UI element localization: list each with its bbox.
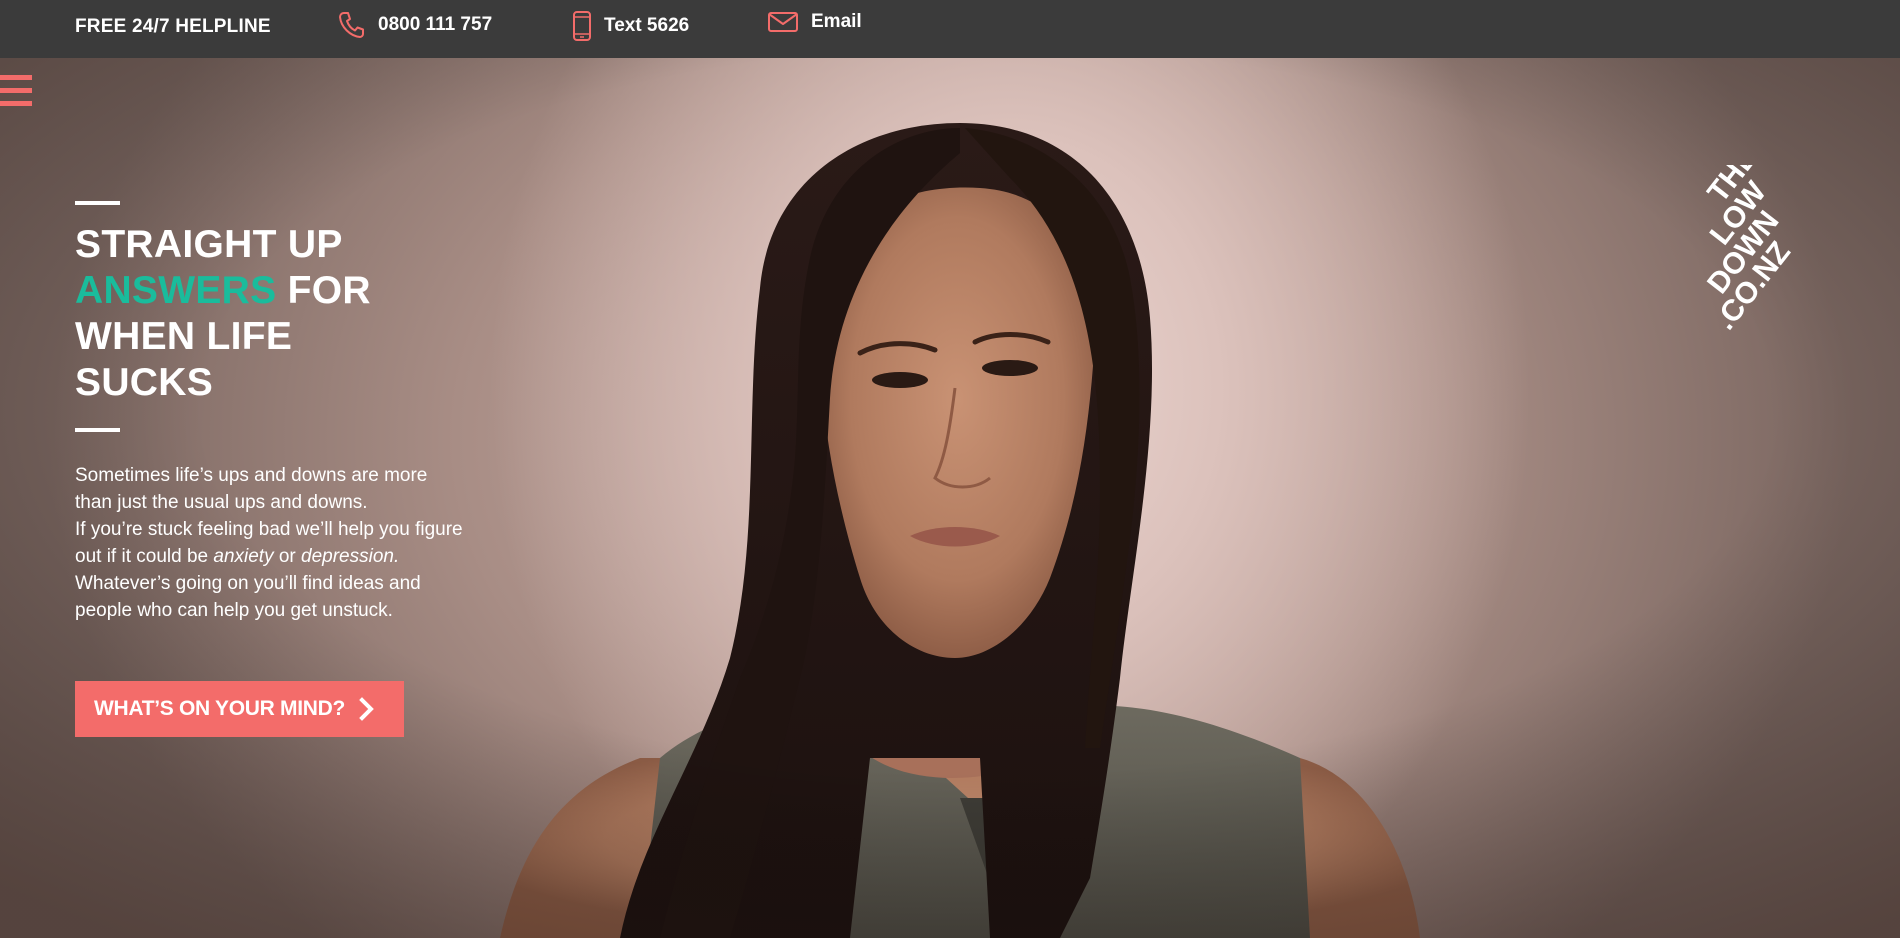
email-label: Email [811, 11, 862, 32]
phone-link[interactable]: 0800 111 757 [338, 10, 492, 40]
hero-intro-text: Sometimes life’s ups and downs are more … [75, 462, 475, 624]
helpline-label: FREE 24/7 HELPLINE [75, 16, 271, 37]
envelope-icon [767, 10, 799, 34]
chevron-right-icon [359, 697, 375, 721]
anxiety-term: anxiety [213, 546, 274, 567]
text-link[interactable]: Text 5626 [572, 10, 689, 42]
intro-paragraph-3: Whatever’s going on you’ll find ideas an… [75, 573, 421, 621]
text-number: Text 5626 [604, 15, 690, 36]
depression-term: depression. [301, 546, 400, 567]
headline-rule-top [75, 201, 120, 205]
headline-accent-word: ANSWERS [75, 269, 277, 312]
hamburger-menu-icon[interactable] [0, 75, 32, 115]
cta-label: WHAT’S ON YOUR MIND? [94, 697, 346, 720]
headline-line-4: SUCKS [75, 361, 214, 404]
phone-number: 0800 111 757 [378, 14, 493, 35]
whats-on-your-mind-button[interactable]: WHAT’S ON YOUR MIND? [75, 681, 404, 737]
headline-rule-bottom [75, 428, 120, 432]
hero-headline: STRAIGHT UP ANSWERS FOR WHEN LIFE SUCKS [75, 222, 395, 406]
headline-line-1: STRAIGHT UP [75, 223, 343, 266]
hero-section: STRAIGHT UP ANSWERS FOR WHEN LIFE SUCKS … [0, 58, 1900, 938]
intro-paragraph-1: Sometimes life’s ups and downs are more … [75, 465, 428, 513]
email-link[interactable]: Email [767, 10, 862, 34]
thelowdown-logo: THE LOW DOWN .CO.NZ [1701, 165, 1797, 335]
intro-or: or [273, 546, 302, 567]
headline-line-2: FOR [276, 269, 371, 312]
phone-icon [338, 10, 366, 40]
mobile-icon [572, 10, 592, 42]
helpline-bar: FREE 24/7 HELPLINE 0800 111 757 Text 562… [0, 0, 1900, 58]
headline-line-3: WHEN LIFE [75, 315, 293, 358]
intro-paragraph-2: If you’re stuck feeling bad we’ll help y… [75, 516, 475, 570]
